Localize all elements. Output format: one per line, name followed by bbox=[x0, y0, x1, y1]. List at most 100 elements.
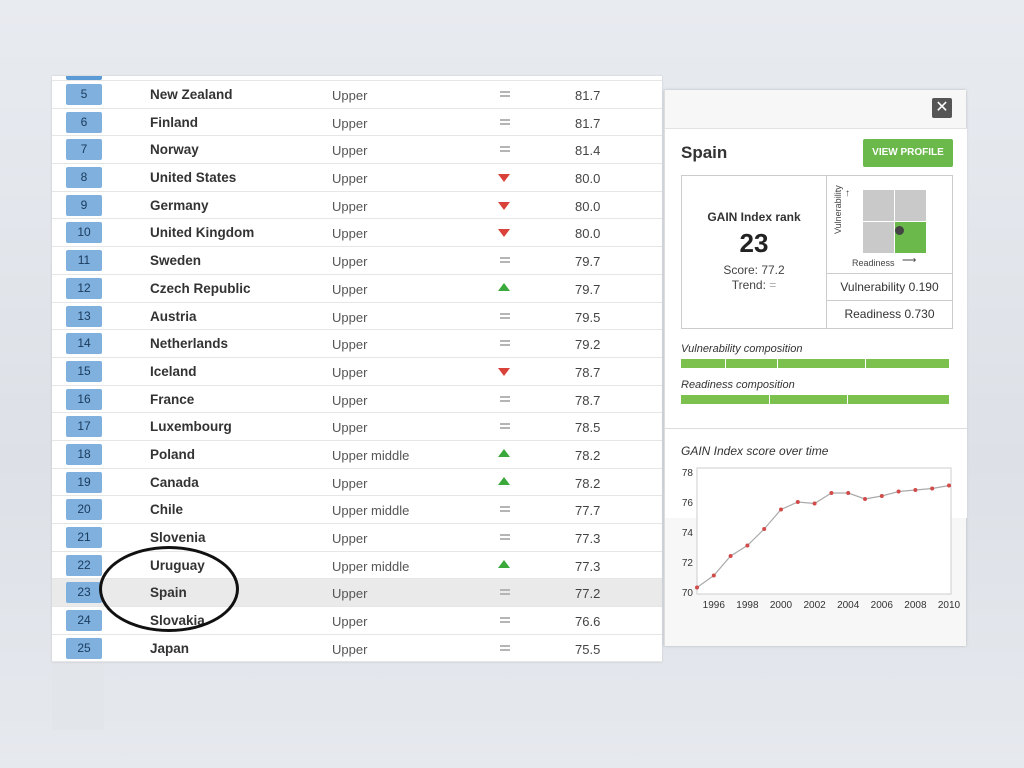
data-point[interactable] bbox=[762, 527, 767, 531]
trend-equal-icon bbox=[498, 144, 512, 156]
rank-label: GAIN Index rank bbox=[707, 210, 801, 224]
vulnerability-composition-label: Vulnerability composition bbox=[681, 343, 803, 355]
country-name[interactable]: Slovenia bbox=[150, 530, 206, 545]
country-name[interactable]: United Kingdom bbox=[150, 225, 254, 240]
table-row[interactable]: 12 Czech Republic Upper 79.7 bbox=[52, 275, 662, 303]
table-row[interactable]: 10 United Kingdom Upper 80.0 bbox=[52, 219, 662, 248]
income-group: Upper bbox=[332, 364, 368, 380]
data-point[interactable] bbox=[795, 500, 800, 504]
country-name[interactable]: France bbox=[150, 392, 194, 407]
trend-equal-icon bbox=[498, 89, 512, 101]
country-name[interactable]: Luxembourg bbox=[150, 419, 232, 434]
country-name[interactable]: Iceland bbox=[150, 364, 197, 379]
readiness-composition-bar[interactable] bbox=[681, 395, 949, 404]
data-point[interactable] bbox=[745, 543, 750, 548]
income-group: Upper bbox=[332, 392, 368, 408]
table-row[interactable]: 15 Iceland Upper 78.7 bbox=[52, 358, 662, 386]
table-row[interactable]: 7 Norway Upper 81.4 bbox=[52, 136, 662, 165]
country-name[interactable]: Czech Republic bbox=[150, 281, 251, 296]
vulnerability-composition-bar[interactable] bbox=[681, 359, 949, 368]
data-point[interactable] bbox=[913, 488, 918, 492]
divider bbox=[665, 428, 967, 429]
y-tick-label: 76 bbox=[682, 498, 694, 509]
readiness-composition-label: Readiness composition bbox=[681, 379, 795, 391]
income-group: Upper middle bbox=[332, 558, 410, 574]
table-row[interactable]: 6 Finland Upper 81.7 bbox=[52, 109, 662, 137]
score-value: 78.2 bbox=[575, 447, 601, 463]
country-name[interactable]: Norway bbox=[150, 142, 199, 157]
score-value: 80.0 bbox=[575, 226, 601, 242]
table-row[interactable]: 25 Japan Upper 75.5 bbox=[52, 635, 662, 662]
rank-badge: 18 bbox=[66, 443, 102, 465]
country-name[interactable]: Japan bbox=[150, 641, 189, 656]
score-value: 75.5 bbox=[575, 641, 601, 657]
rank-badge: 20 bbox=[66, 499, 102, 521]
table-row[interactable]: 9 Germany Upper 80.0 bbox=[52, 192, 662, 220]
trend-equal-icon bbox=[498, 394, 512, 406]
data-point[interactable] bbox=[879, 494, 884, 498]
data-point[interactable] bbox=[728, 554, 733, 558]
x-tick-label: 2006 bbox=[871, 600, 894, 611]
score-value: 76.6 bbox=[575, 614, 601, 630]
rank-badge: 8 bbox=[66, 167, 102, 189]
income-group: Upper bbox=[332, 309, 368, 325]
country-name[interactable]: Canada bbox=[150, 475, 199, 490]
trend-up-icon bbox=[498, 559, 510, 568]
data-point[interactable] bbox=[863, 497, 867, 501]
income-group: Upper bbox=[332, 614, 368, 630]
score-value: 79.2 bbox=[575, 337, 601, 353]
score-value: 78.5 bbox=[575, 420, 601, 436]
country-name[interactable]: Poland bbox=[150, 447, 195, 462]
data-point[interactable] bbox=[829, 491, 834, 495]
x-tick-label: 2002 bbox=[803, 600, 826, 611]
trend-down-icon bbox=[498, 229, 510, 238]
income-group: Upper bbox=[332, 586, 368, 602]
income-group: Upper bbox=[332, 420, 368, 436]
rank-badge: 24 bbox=[66, 610, 102, 632]
score-value: 81.7 bbox=[575, 88, 601, 103]
table-row[interactable]: 8 United States Upper 80.0 bbox=[52, 164, 662, 192]
data-point[interactable] bbox=[695, 585, 699, 590]
score-value: 78.2 bbox=[575, 475, 601, 491]
table-row[interactable]: 13 Austria Upper 79.5 bbox=[52, 303, 662, 331]
rank-badge: 10 bbox=[66, 222, 102, 244]
view-profile-button[interactable]: VIEW PROFILE bbox=[863, 139, 953, 167]
data-point[interactable] bbox=[779, 507, 783, 512]
income-group: Upper bbox=[332, 281, 368, 297]
country-name[interactable]: Sweden bbox=[150, 253, 201, 268]
rank-badge: 25 bbox=[66, 637, 102, 659]
country-name[interactable]: New Zealand bbox=[150, 87, 233, 102]
data-point[interactable] bbox=[930, 486, 935, 491]
income-group: Upper bbox=[332, 143, 368, 159]
table-row[interactable]: 14 Netherlands Upper 79.2 bbox=[52, 330, 662, 358]
table-row[interactable]: 21 Slovenia Upper 77.3 bbox=[52, 524, 662, 552]
country-name[interactable]: United States bbox=[150, 170, 236, 185]
table-row[interactable]: 18 Poland Upper middle 78.2 bbox=[52, 441, 662, 469]
table-row[interactable]: 11 Sweden Upper 79.7 bbox=[52, 247, 662, 275]
table-row[interactable]: 5 New Zealand Upper 81.7 bbox=[52, 81, 662, 109]
data-point[interactable] bbox=[896, 489, 901, 494]
chart-title: GAIN Index score over time bbox=[681, 444, 829, 458]
score-value: 80.0 bbox=[575, 171, 601, 187]
income-group: Upper bbox=[332, 337, 368, 353]
data-point[interactable] bbox=[812, 501, 817, 506]
table-row[interactable]: 16 France Upper 78.7 bbox=[52, 386, 662, 414]
rank-badge: 12 bbox=[66, 277, 102, 299]
country-name[interactable]: Chile bbox=[150, 502, 183, 517]
trend-equal-icon bbox=[498, 311, 512, 323]
country-name[interactable]: Netherlands bbox=[150, 336, 228, 351]
rank-trend: Trend: = bbox=[682, 278, 826, 292]
data-point[interactable] bbox=[711, 573, 716, 578]
table-row[interactable]: 19 Canada Upper 78.2 bbox=[52, 469, 662, 497]
score-value: 79.5 bbox=[575, 309, 601, 325]
table-row[interactable]: 20 Chile Upper middle 77.7 bbox=[52, 496, 662, 524]
country-name[interactable]: Austria bbox=[150, 309, 197, 324]
y-tick-label: 78 bbox=[682, 468, 694, 479]
close-icon[interactable]: ✕ bbox=[932, 98, 952, 118]
data-point[interactable] bbox=[846, 491, 851, 495]
data-point[interactable] bbox=[947, 483, 951, 488]
country-name[interactable]: Finland bbox=[150, 115, 198, 130]
country-name[interactable]: Germany bbox=[150, 198, 209, 213]
table-row[interactable]: 17 Luxembourg Upper 78.5 bbox=[52, 413, 662, 441]
score-value: 78.7 bbox=[575, 364, 601, 380]
